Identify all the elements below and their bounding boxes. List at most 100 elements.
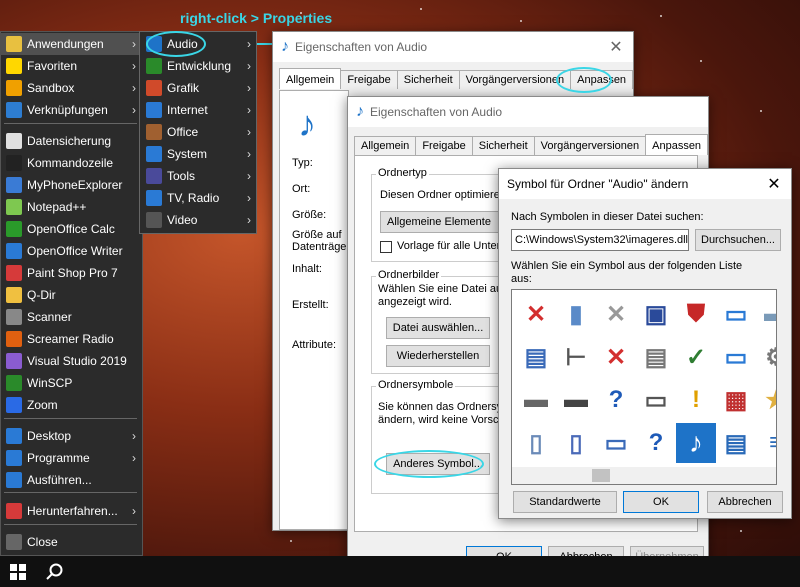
sidebar-item-zoom[interactable]: Zoom [0,394,141,416]
submenu-item-video[interactable]: Video › [140,209,256,231]
ok-button[interactable]: OK [623,491,699,513]
choose-file-button[interactable]: Datei auswählen... [386,317,490,339]
tab-vorg-ngerversionen[interactable]: Vorgängerversionen [458,70,572,89]
default-button[interactable]: Standardwerte [513,491,617,513]
submenu-item-entwicklung[interactable]: Entwicklung › [140,55,256,77]
icon-option[interactable]: ▭ [636,380,676,420]
icon-option[interactable]: ▭ [596,423,636,463]
app-icon [6,80,22,96]
icon-option[interactable]: ♪ [676,423,716,463]
folder-type-select[interactable]: Allgemeine Elemente [380,211,507,233]
icon-option[interactable]: ! [676,380,716,420]
search-icon[interactable] [46,563,64,581]
icon-option[interactable]: ▭ [716,337,756,377]
submenu-item-system[interactable]: System › [140,143,256,165]
icon-option[interactable]: ? [596,380,636,420]
app-icon [6,503,22,519]
tab-anpassen[interactable]: Anpassen [645,134,709,155]
icon-option[interactable]: ▦ [716,380,756,420]
icon-option[interactable]: ⛊ [676,294,716,334]
sidebar-item-programme[interactable]: Programme › [0,447,141,469]
icon-option[interactable]: ▯ [556,423,596,463]
icon-option[interactable]: ▭ [716,294,756,334]
sidebar-item-visual-studio[interactable]: Visual Studio 2019 [0,350,141,372]
sidebar-item-screamer-radio[interactable]: Screamer Radio [0,328,141,350]
tab-sicherheit[interactable]: Sicherheit [471,136,535,155]
icon-option[interactable]: ✕ [596,294,636,334]
app-icon [6,265,22,281]
browse-button[interactable]: Durchsuchen... [695,229,781,251]
tab-freigabe[interactable]: Freigabe [415,136,473,155]
sidebar-item-desktop[interactable]: Desktop › [0,425,141,447]
icon-option[interactable]: ▬ [556,380,596,420]
tab-freigabe[interactable]: Freigabe [340,70,398,89]
template-checkbox[interactable] [380,241,392,253]
icon-option[interactable]: ✓ [676,337,716,377]
path-input[interactable] [511,229,689,251]
label: Wählen Sie eine Datei au [378,283,503,295]
app-icon [6,353,22,369]
icon-option[interactable]: ✕ [596,337,636,377]
app-icon [6,36,22,52]
cancel-button[interactable]: Abbrechen [707,491,783,513]
submenu-item-office[interactable]: Office › [140,121,256,143]
label: Sie können das Ordnersym [378,401,512,413]
title-bar[interactable]: ♪ Eigenschaften von Audio [348,97,708,127]
icon-option[interactable]: ? [636,423,676,463]
icon-option[interactable]: ⚙ [756,337,776,377]
icon-option[interactable]: ▤ [516,337,556,377]
sidebar-item-datensicherung[interactable]: Datensicherung [0,130,141,152]
sidebar-item-anwendungen[interactable]: Anwendungen › [0,33,141,55]
scroll-thumb[interactable] [592,469,610,482]
close-icon[interactable]: ✕ [757,169,791,199]
icon-option[interactable]: ▬ [516,380,556,420]
icon-option[interactable]: ▯ [516,423,556,463]
icon-option[interactable]: ★ [756,380,776,420]
windows-start-icon[interactable] [10,564,26,580]
sidebar-item-herunterfahren[interactable]: Herunterfahren... › [0,500,141,522]
submenu-item-grafik[interactable]: Grafik › [140,77,256,99]
sidebar-item-myphoneexplorer[interactable]: MyPhoneExplorer [0,174,141,196]
scrollbar[interactable] [512,467,776,484]
submenu-item-tools[interactable]: Tools › [140,165,256,187]
close-icon[interactable]: ✕ [599,32,633,62]
sidebar-item-close[interactable]: Close [0,531,141,553]
icon-option[interactable]: ▣ [636,294,676,334]
symbol-icon: ▣ [644,300,668,328]
sidebar-item-openoffice-calc[interactable]: OpenOffice Calc [0,218,141,240]
sidebar-item-ausfuehren[interactable]: Ausführen... [0,469,141,491]
title-bar[interactable]: ♪ Eigenschaften von Audio ✕ [273,32,633,62]
submenu-item-tv-radio[interactable]: TV, Radio › [140,187,256,209]
callout-anderes-symbol [374,450,484,478]
icon-option[interactable]: ▮ [556,294,596,334]
tab-vorg-ngerversionen[interactable]: Vorgängerversionen [533,136,647,155]
symbol-icon: ▯ [529,429,543,457]
change-icon-dialog: Symbol für Ordner "Audio" ändern ✕ Nach … [498,168,792,519]
icon-option[interactable]: ✕ [516,294,556,334]
tab-allgemein[interactable]: Allgemein [354,136,417,155]
title-bar[interactable]: Symbol für Ordner "Audio" ändern ✕ [499,169,791,199]
tab-sicherheit[interactable]: Sicherheit [396,70,460,89]
icon-option[interactable]: ▤ [636,337,676,377]
sidebar-item-verknuepfungen[interactable]: Verknüpfungen › [0,99,141,121]
folder-icon [146,124,162,140]
sidebar-item-scanner[interactable]: Scanner [0,306,141,328]
sidebar-item-notepadpp[interactable]: Notepad++ [0,196,141,218]
sidebar-item-q-dir[interactable]: Q-Dir [0,284,141,306]
icon-option[interactable]: ▤ [716,423,756,463]
sidebar-item-openoffice-writer[interactable]: OpenOffice Writer [0,240,141,262]
icon-list[interactable]: ✕▮✕▣⛊▭▬⚲▤⊢✕▤✓▭⚙▬▬?▭!▦★◔▯▯▭?♪▤≡ [511,289,777,485]
folder-icon [146,146,162,162]
sidebar-item-favoriten[interactable]: Favoriten › [0,55,141,77]
sidebar-item-winscp[interactable]: WinSCP [0,372,141,394]
sidebar-item-sandbox[interactable]: Sandbox › [0,77,141,99]
submenu-item-internet[interactable]: Internet › [140,99,256,121]
icon-option[interactable]: ⊢ [556,337,596,377]
restore-button[interactable]: Wiederherstellen [386,345,490,367]
icon-option[interactable]: ▬ [756,294,776,334]
sidebar-item-paint-shop-pro[interactable]: Paint Shop Pro 7 [0,262,141,284]
tab-allgemein[interactable]: Allgemein [279,68,342,89]
sidebar-item-kommandozeile[interactable]: Kommandozeile [0,152,141,174]
icon-option[interactable]: ≡ [756,423,776,463]
symbol-icon: ▯ [569,429,583,457]
